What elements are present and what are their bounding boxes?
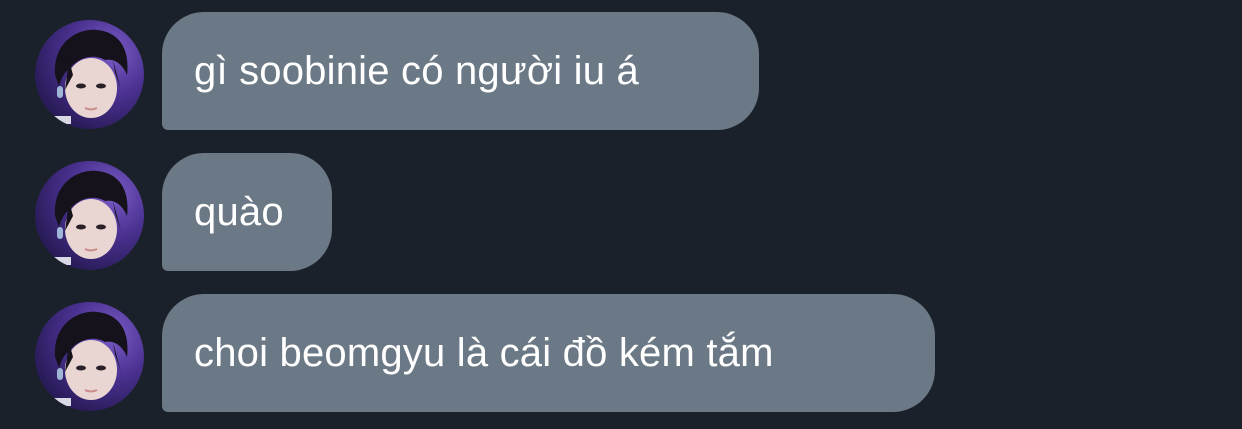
message-bubble[interactable]: choi beomgyu là cái đồ kém tắm	[162, 294, 935, 412]
message-row: quào	[0, 153, 1242, 271]
message-list: gì soobinie có người iu á quào choi beom…	[0, 0, 1242, 429]
avatar[interactable]	[35, 302, 144, 411]
message-row: gì soobinie có người iu á	[0, 12, 1242, 130]
message-text: gì soobinie có người iu á	[194, 49, 639, 93]
avatar-portrait-icon	[53, 311, 128, 406]
avatar-portrait-icon	[53, 170, 128, 265]
avatar[interactable]	[35, 20, 144, 129]
avatar-portrait-icon	[53, 29, 128, 124]
message-bubble[interactable]: gì soobinie có người iu á	[162, 12, 759, 130]
message-text: choi beomgyu là cái đồ kém tắm	[194, 331, 774, 375]
message-text: quào	[194, 190, 284, 234]
message-bubble[interactable]: quào	[162, 153, 332, 271]
avatar[interactable]	[35, 161, 144, 270]
message-row: choi beomgyu là cái đồ kém tắm	[0, 294, 1242, 412]
